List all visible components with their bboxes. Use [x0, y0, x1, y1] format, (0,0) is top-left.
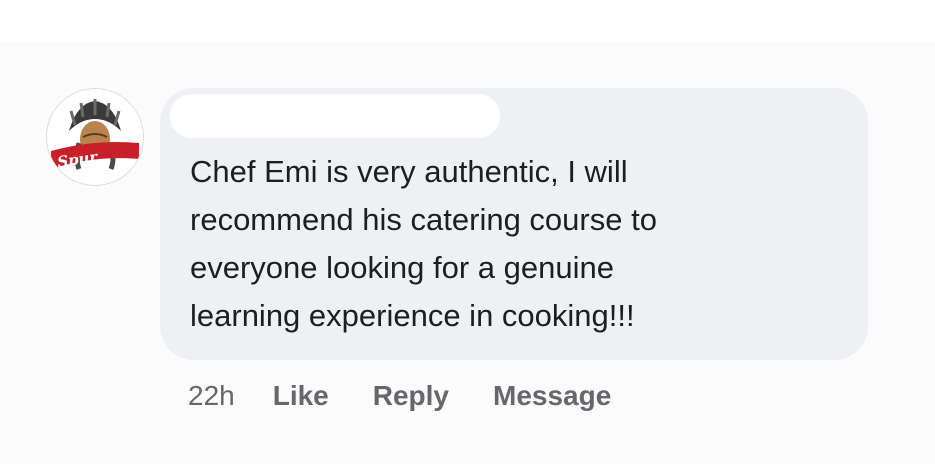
message-button[interactable]: Message: [493, 380, 611, 412]
reply-button[interactable]: Reply: [373, 380, 449, 412]
comment-bubble: Chef Emi is very authentic, I will recom…: [160, 88, 868, 360]
comment-screenshot: Spur Chef Emi is very authentic, I will …: [0, 0, 935, 464]
timestamp[interactable]: 22h: [188, 380, 235, 412]
like-button[interactable]: Like: [273, 380, 329, 412]
spur-logo-icon: Spur: [51, 99, 139, 171]
avatar[interactable]: Spur: [46, 88, 144, 186]
comment-actions: 22h Like Reply Message: [188, 376, 611, 416]
comment-text: Chef Emi is very authentic, I will recom…: [190, 154, 657, 333]
author-name[interactable]: [170, 94, 500, 138]
